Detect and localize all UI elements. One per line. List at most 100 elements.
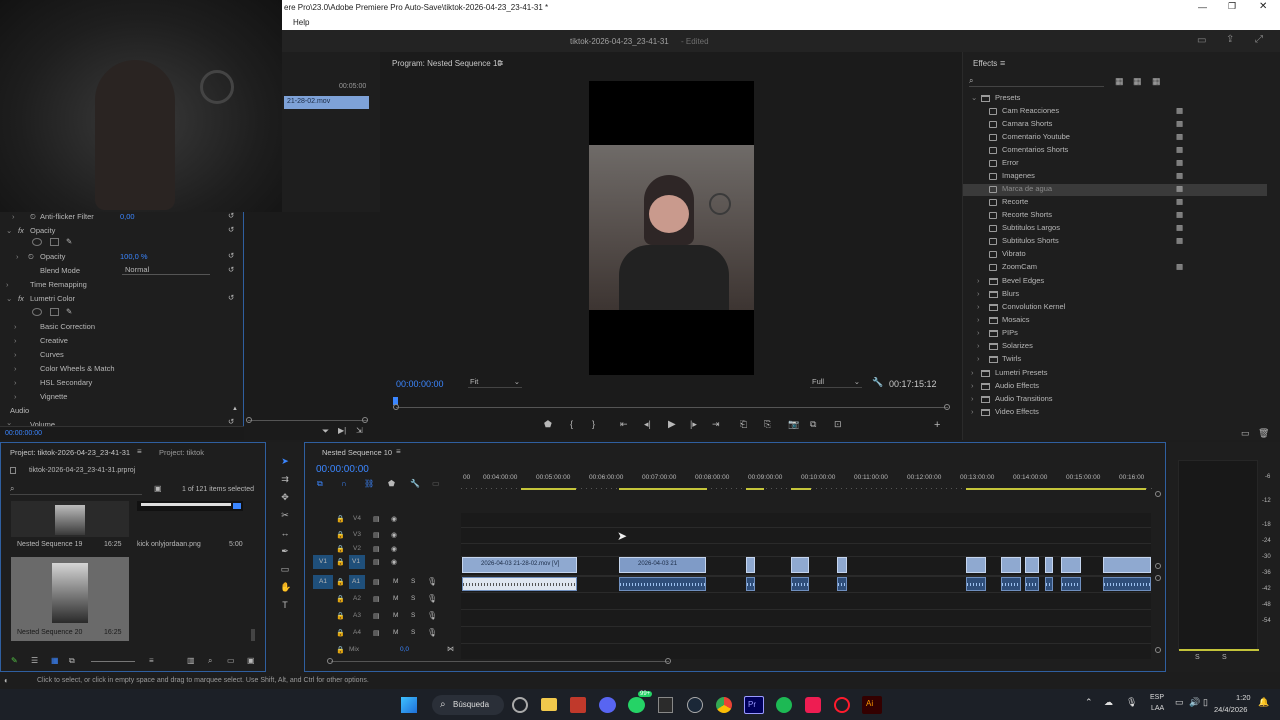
sort-icon[interactable]: ≡ — [149, 656, 154, 665]
battery-icon[interactable]: ▯ — [1203, 697, 1208, 708]
video-clip[interactable] — [1061, 557, 1081, 573]
eye-icon[interactable]: ◉ — [391, 545, 397, 553]
tiktok-icon[interactable] — [805, 697, 821, 713]
type-tool-icon[interactable]: T — [280, 600, 290, 610]
video-clip[interactable] — [1103, 557, 1151, 573]
audio-clip-selected[interactable] — [462, 577, 577, 591]
presets-folder[interactable]: Presets — [995, 93, 1020, 102]
project-item-name[interactable]: Nested Sequence 20 — [17, 629, 82, 636]
video-clip[interactable] — [791, 557, 809, 573]
filter-icon[interactable]: ⏷ — [322, 426, 329, 437]
step-forward-icon[interactable]: |▸ — [690, 419, 697, 430]
solo-button[interactable]: S — [411, 595, 415, 602]
preset-category[interactable]: Twirls — [1002, 354, 1021, 363]
project-tab-other[interactable]: Project: tiktok — [159, 448, 204, 457]
list-view-icon[interactable]: ☰ — [31, 656, 38, 665]
new-bin-icon[interactable]: ▣ — [154, 484, 162, 493]
audio-clip[interactable] — [1001, 577, 1021, 591]
effects-folder[interactable]: Audio Effects — [995, 381, 1039, 390]
preset-item[interactable]: ZoomCam — [1002, 262, 1037, 271]
preset-category[interactable]: Blurs — [1002, 289, 1019, 298]
audio-clip[interactable] — [746, 577, 755, 591]
timeline-settings-icon[interactable]: 🔧 — [410, 479, 420, 488]
track-select-tool-icon[interactable]: ⇉ — [280, 474, 290, 484]
export-frame-icon[interactable]: 📷 — [788, 419, 799, 430]
find-icon[interactable]: ⌕ — [208, 656, 212, 666]
project-item-thumbnail[interactable] — [11, 501, 129, 537]
lift-icon[interactable]: ⎗ — [740, 419, 747, 430]
mic-icon[interactable]: 🎙 — [427, 611, 437, 620]
add-marker-icon[interactable]: ⬟ — [544, 419, 552, 430]
onedrive-icon[interactable]: ☁ — [1104, 697, 1113, 708]
new-bin-icon[interactable]: ▭ — [227, 656, 235, 665]
audio-clip[interactable] — [1045, 577, 1053, 591]
lock-icon[interactable]: 🔒 — [336, 629, 345, 637]
program-timecode[interactable]: 00:00:00:00 — [396, 379, 444, 389]
project-item-name[interactable]: kick onlyjordaan.png — [137, 541, 201, 548]
ripple-edit-tool-icon[interactable]: ✥ — [280, 492, 290, 502]
settings-wrench-icon[interactable]: 🔧 — [872, 377, 883, 388]
sync-lock-icon[interactable]: ▤ — [373, 515, 380, 523]
menu-help[interactable]: Help — [293, 18, 309, 27]
opacity-value[interactable]: 100,0 % — [120, 252, 148, 261]
video-clip[interactable] — [1001, 557, 1021, 573]
mix-value[interactable]: 0,0 — [400, 646, 409, 653]
eye-icon[interactable]: ◉ — [391, 515, 397, 523]
taskbar-search[interactable]: ⌕ Búsqueda — [432, 695, 504, 715]
ellipse-mask-icon[interactable] — [32, 238, 42, 246]
video-clip[interactable]: 2026-04-03 21 — [619, 557, 706, 573]
video-clip[interactable] — [966, 557, 986, 573]
captions-icon[interactable]: ▭ — [432, 479, 440, 488]
video-clip[interactable] — [746, 557, 755, 573]
mute-button[interactable]: M — [393, 595, 398, 602]
preset-item[interactable]: Cam Reacciones — [1002, 106, 1059, 115]
solo-right-button[interactable]: S — [1222, 654, 1227, 661]
illustrator-icon[interactable]: Ai — [862, 696, 882, 714]
effects-search-input[interactable]: ⌕ — [969, 76, 1104, 87]
panel-menu-icon[interactable]: ≡ — [137, 447, 142, 456]
sync-lock-icon[interactable]: ▤ — [373, 595, 380, 603]
opera-icon[interactable] — [834, 697, 850, 713]
hand-tool-icon[interactable]: ✋ — [280, 582, 291, 592]
close-button[interactable]: ✕ — [1259, 1, 1267, 12]
reset-icon[interactable]: ↺ — [228, 417, 234, 426]
network-icon[interactable]: ▭ — [1175, 697, 1184, 708]
pen-tool-icon[interactable]: ✒ — [280, 546, 290, 556]
lock-icon[interactable]: 🔒 — [336, 545, 345, 553]
reset-icon[interactable]: ↺ — [228, 251, 234, 260]
solo-button[interactable]: S — [411, 612, 415, 619]
preset-category[interactable]: Solarizes — [1002, 341, 1033, 350]
opacity-stopwatch[interactable]: ⏲ — [28, 252, 34, 262]
quality-select[interactable]: Full ⌄ — [810, 377, 862, 388]
maximize-button[interactable]: ❐ — [1228, 1, 1236, 12]
preset-item[interactable]: Comentario Youtube — [1002, 132, 1070, 141]
new-item-icon[interactable]: ▣ — [247, 656, 255, 665]
zoom-slider[interactable] — [91, 661, 135, 662]
mute-button[interactable]: M — [393, 578, 398, 585]
project-scrollbar[interactable] — [251, 629, 255, 641]
automate-icon[interactable]: ▥ — [187, 656, 195, 665]
mark-in-icon[interactable]: { — [570, 419, 573, 429]
pen-mask-icon[interactable]: ✎ — [66, 307, 72, 316]
mark-out-icon[interactable]: } — [592, 419, 595, 429]
reset-icon[interactable]: ↺ — [228, 225, 234, 234]
microphone-icon[interactable]: 🎙 — [1126, 697, 1137, 708]
fx-icon[interactable]: fx — [18, 294, 24, 303]
preset-item[interactable]: Recorte Shorts — [1002, 210, 1052, 219]
track-lanes[interactable]: 2026-04-03 21-28-02.mov [V] 2026-04-03 2… — [461, 513, 1151, 659]
project-item-name[interactable]: Nested Sequence 19 — [17, 541, 82, 548]
file-explorer-icon[interactable] — [541, 698, 557, 711]
start-icon[interactable] — [401, 697, 417, 713]
freeform-view-icon[interactable]: ⧉ — [69, 656, 75, 666]
new-bin-icon[interactable]: ▭ — [1241, 428, 1250, 439]
lumetri-creative[interactable]: Creative — [40, 336, 160, 345]
rectangle-tool-icon[interactable]: ▭ — [280, 564, 290, 574]
lock-icon[interactable]: 🔒 — [336, 612, 345, 620]
epic-games-icon[interactable] — [658, 697, 673, 713]
reset-icon[interactable]: ↺ — [228, 211, 234, 220]
ms-store-icon[interactable] — [570, 697, 586, 713]
steam-icon[interactable] — [687, 697, 703, 713]
preset-item[interactable]: Subtitulos Largos — [1002, 223, 1060, 232]
effect-controls-timecode[interactable]: 00:00:00:00 — [5, 430, 42, 437]
copilot-icon[interactable] — [512, 697, 528, 713]
